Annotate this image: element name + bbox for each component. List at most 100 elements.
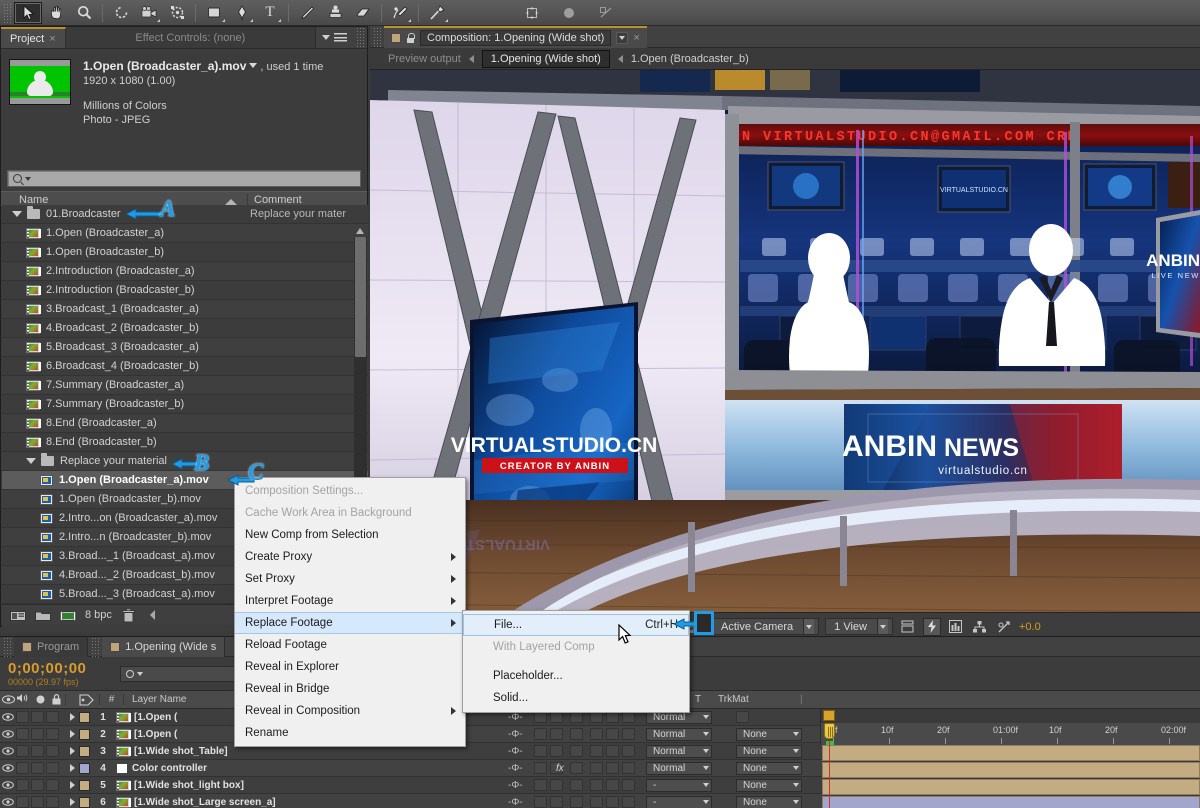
rotation-tool[interactable] — [107, 2, 135, 24]
delete-icon[interactable] — [121, 608, 137, 622]
breadcrumb-next[interactable]: 1.Open (Broadcaster_b) — [631, 53, 749, 65]
project-list-item[interactable]: 7.Summary (Broadcaster_a) — [2, 376, 368, 395]
layer-track-matte[interactable]: None — [736, 778, 802, 792]
layer-solo-toggle[interactable] — [31, 745, 44, 757]
tab-project[interactable]: Project × — [1, 27, 66, 48]
column-trkmat[interactable]: TrkMat — [718, 694, 749, 705]
layer-label-color[interactable] — [79, 779, 90, 791]
layer-lock-toggle[interactable] — [46, 796, 59, 808]
panel-grip[interactable] — [356, 27, 365, 47]
view-layout-select[interactable]: 1 View — [825, 618, 893, 635]
layer-blend-mode[interactable]: - — [646, 795, 712, 808]
layer-name[interactable]: Color controller — [132, 763, 207, 774]
layer-lock-toggle[interactable] — [46, 711, 59, 723]
layer-audio-toggle[interactable] — [16, 728, 29, 740]
timeline-layer-bar[interactable] — [822, 745, 1200, 761]
layer-solo-toggle[interactable] — [31, 796, 44, 808]
layer-lock-toggle[interactable] — [46, 762, 59, 774]
context-menu-item[interactable]: Reveal in Composition — [235, 700, 465, 722]
disclosure-triangle-icon[interactable] — [12, 211, 22, 217]
lock-icon[interactable] — [406, 32, 415, 43]
puppet-pin-tool[interactable] — [423, 2, 451, 24]
project-list-item[interactable]: 2.Introduction (Broadcaster_b) — [2, 281, 368, 300]
context-menu[interactable]: Composition Settings... Cache Work Area i… — [234, 477, 466, 747]
layer-disclosure-icon[interactable] — [65, 781, 79, 789]
submenu-item[interactable]: File... Ctrl+H — [463, 614, 689, 636]
layer-label-color[interactable] — [79, 796, 90, 808]
replace-footage-submenu[interactable]: File... Ctrl+H With Layered Comp Placeholde… — [462, 610, 690, 713]
shape-tool[interactable] — [200, 2, 228, 24]
align-icon[interactable] — [592, 2, 620, 24]
hand-tool[interactable] — [42, 2, 70, 24]
layer-label-color[interactable] — [79, 762, 90, 774]
column-name[interactable]: Name — [1, 194, 247, 206]
work-area-bar[interactable] — [820, 709, 1200, 723]
layer-visibility-toggle[interactable] — [0, 764, 16, 772]
layer-disclosure-icon[interactable] — [65, 764, 79, 772]
project-list-item[interactable]: 6.Broadcast_4 (Broadcaster_b) — [2, 357, 368, 376]
layer-solo-toggle[interactable] — [31, 762, 44, 774]
pan-behind-tool[interactable] — [163, 2, 191, 24]
collapse-icon[interactable] — [147, 609, 162, 622]
toolbar-grip[interactable] — [3, 2, 12, 23]
context-menu-item[interactable]: Replace Footage — [235, 612, 465, 634]
type-tool[interactable]: T — [256, 2, 284, 24]
interpret-footage-icon[interactable] — [60, 609, 76, 622]
exposure-value[interactable]: +0.0 — [1019, 621, 1041, 633]
eraser-tool[interactable] — [349, 2, 377, 24]
timeline-icon[interactable] — [947, 618, 965, 636]
layer-audio-toggle[interactable] — [16, 745, 29, 757]
context-menu-item[interactable]: New Comp from Selection — [235, 524, 465, 546]
layer-label-color[interactable] — [79, 728, 90, 740]
breadcrumb-current[interactable]: 1.Opening (Wide shot) — [481, 49, 610, 68]
context-menu-item[interactable]: Reveal in Explorer — [235, 656, 465, 678]
clone-stamp-tool[interactable] — [321, 2, 349, 24]
close-icon[interactable]: × — [633, 32, 639, 44]
tab-opening-wide-shot[interactable]: 1.Opening (Wide s — [102, 636, 226, 657]
layer-audio-toggle[interactable] — [16, 711, 29, 723]
layer-blend-mode[interactable]: Normal — [646, 727, 712, 741]
layer-label-color[interactable] — [79, 711, 90, 723]
layer-disclosure-icon[interactable] — [65, 730, 79, 738]
panel-grip[interactable] — [91, 636, 101, 657]
pen-tool[interactable] — [228, 2, 256, 24]
layer-visibility-toggle[interactable] — [0, 781, 16, 789]
context-menu-item[interactable]: Set Proxy — [235, 568, 465, 590]
layer-visibility-toggle[interactable] — [0, 713, 16, 721]
scrollbar-thumb[interactable] — [355, 237, 366, 357]
bit-depth-label[interactable]: 8 bpc — [85, 609, 112, 621]
layer-lock-toggle[interactable] — [46, 745, 59, 757]
project-list-item[interactable]: 1.Open (Broadcaster_a) — [2, 224, 368, 243]
context-menu-item[interactable]: Reload Footage — [235, 634, 465, 656]
search-input[interactable] — [7, 170, 361, 187]
timeline-tracks-area[interactable] — [822, 745, 1200, 808]
column-layer-name[interactable]: Layer Name — [123, 694, 186, 705]
layer-blend-mode[interactable]: - — [646, 778, 712, 792]
project-panel-menu[interactable] — [316, 27, 353, 48]
context-menu-item[interactable]: Interpret Footage — [235, 590, 465, 612]
roto-brush-tool[interactable] — [386, 2, 414, 24]
submenu-item[interactable]: Solid... — [463, 687, 689, 709]
active-camera-select[interactable]: Active Camera — [712, 618, 820, 635]
tab-program[interactable]: Program — [14, 636, 89, 657]
project-list-item[interactable]: 1.Open (Broadcaster_b) — [2, 243, 368, 262]
layer-track-matte[interactable]: None — [736, 761, 802, 775]
context-menu-item[interactable]: Rename — [235, 722, 465, 744]
timeline-layer-bar[interactable] — [822, 779, 1200, 795]
new-comp-icon[interactable] — [10, 609, 26, 622]
panel-grip[interactable] — [3, 636, 12, 657]
exposure-icon[interactable] — [995, 618, 1013, 636]
pixel-aspect-correction-icon[interactable] — [899, 618, 917, 636]
disclosure-triangle-icon[interactable] — [26, 458, 36, 464]
breadcrumb-preview-output[interactable]: Preview output — [388, 53, 461, 65]
layer-disclosure-icon[interactable] — [65, 798, 79, 806]
context-menu-item[interactable]: Reveal in Bridge — [235, 678, 465, 700]
project-list-item[interactable]: 3.Broadcast_1 (Broadcaster_a) — [2, 300, 368, 319]
chevron-down-icon[interactable] — [616, 31, 629, 44]
layer-visibility-toggle[interactable] — [0, 747, 16, 755]
timeline-layer-bar[interactable] — [822, 762, 1200, 778]
layer-blend-mode[interactable]: Normal — [646, 761, 712, 775]
project-list-item[interactable]: 5.Broadcast_3 (Broadcaster_a) — [2, 338, 368, 357]
layer-visibility-toggle[interactable] — [0, 798, 16, 806]
layer-disclosure-icon[interactable] — [65, 713, 79, 721]
